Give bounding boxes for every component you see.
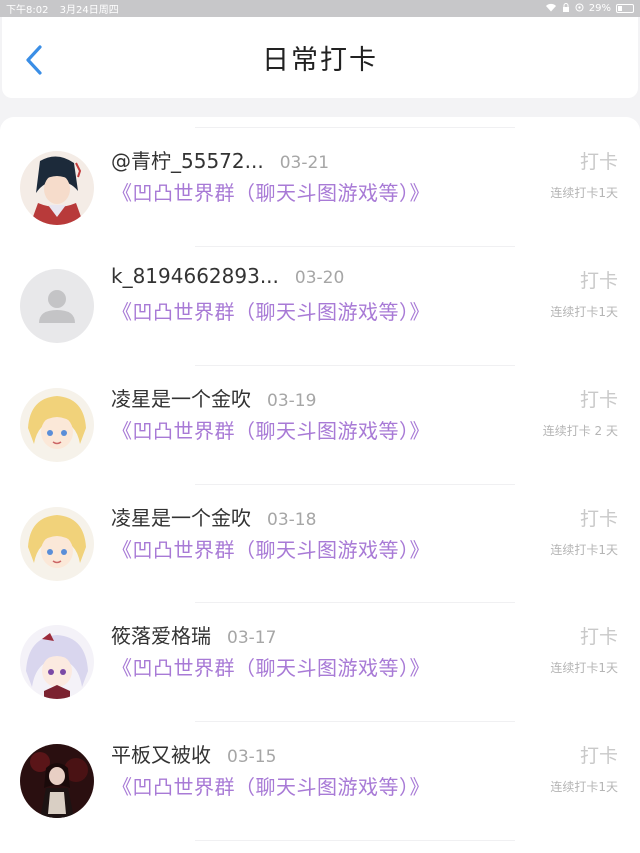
group-name-link[interactable]: 《凹凸世界群（聊天斗图游戏等）》 (112, 415, 430, 444)
checkin-button[interactable]: 打卡 (580, 147, 618, 174)
checkin-button[interactable]: 打卡 (580, 741, 618, 768)
username[interactable]: 筱落爱格瑞 (111, 620, 211, 649)
chevron-left-icon (26, 45, 42, 75)
checkin-date: 03-20 (294, 268, 345, 288)
user-line: 凌星是一个金吹 03-18 (111, 502, 316, 531)
checkin-button[interactable]: 打卡 (580, 622, 618, 649)
status-right: 29% (545, 2, 634, 15)
checkin-date: 03-21 (279, 153, 330, 173)
user-avatar[interactable] (20, 744, 94, 818)
list-item[interactable]: 凌星是一个金吹 03-18 《凹凸世界群（聊天斗图游戏等）》 打卡 连续打卡1天 (0, 485, 640, 603)
group-name-link[interactable]: 《凹凸世界群（聊天斗图游戏等）》 (112, 771, 430, 800)
user-avatar[interactable] (20, 507, 94, 581)
group-name-link[interactable]: 《凹凸世界群（聊天斗图游戏等）》 (112, 652, 430, 681)
user-avatar[interactable] (20, 625, 94, 699)
checkin-button[interactable]: 打卡 (580, 385, 618, 412)
list-item[interactable]: 筱落爱格瑞 03-17 《凹凸世界群（聊天斗图游戏等）》 打卡 连续打卡1天 (0, 603, 640, 721)
list-item[interactable]: @青柠_55572... 03-21 《凹凸世界群（聊天斗图游戏等）》 打卡 连… (0, 128, 640, 246)
checkin-button[interactable]: 打卡 (580, 266, 618, 293)
checkin-date: 03-15 (227, 747, 277, 767)
list-item[interactable]: 平板又被收 03-15 《凹凸世界群（聊天斗图游戏等）》 打卡 连续打卡1天 (0, 722, 640, 840)
row-divider (195, 840, 515, 841)
checkin-button[interactable]: 打卡 (580, 504, 618, 531)
checkin-date: 03-17 (227, 628, 277, 648)
username[interactable]: 平板又被收 (111, 739, 211, 768)
streak-count: 连续打卡 2 天 (542, 424, 618, 438)
wifi-icon (545, 3, 557, 15)
group-name-link[interactable]: 《凹凸世界群（聊天斗图游戏等）》 (112, 296, 430, 325)
blonde-anime-avatar-icon (20, 388, 94, 462)
streak-count: 连续打卡1天 (550, 543, 618, 557)
header: 日常打卡 (2, 17, 638, 98)
user-line: 平板又被收 03-15 (111, 739, 276, 768)
username[interactable]: 凌星是一个金吹 (111, 383, 251, 412)
dark-anime-avatar-icon (20, 744, 94, 818)
user-avatar[interactable] (20, 269, 94, 343)
username[interactable]: 凌星是一个金吹 (111, 502, 251, 531)
list-item[interactable]: k_8194662893... 03-20 《凹凸世界群（聊天斗图游戏等）》 打… (0, 247, 640, 365)
status-date: 3月24日周四 (59, 5, 119, 16)
back-button[interactable] (20, 43, 50, 77)
battery-icon (616, 4, 634, 13)
battery-percent: 29% (588, 3, 611, 14)
list-item[interactable]: 凌星是一个金吹 03-19 《凹凸世界群（聊天斗图游戏等）》 打卡 连续打卡 2… (0, 366, 640, 484)
checkin-list: @青柠_55572... 03-21 《凹凸世界群（聊天斗图游戏等）》 打卡 连… (0, 117, 640, 853)
group-name-link[interactable]: 《凹凸世界群（聊天斗图游戏等）》 (112, 534, 430, 563)
lock-icon (562, 2, 570, 15)
status-bar: 下午8:02 3月24日周四 29% (0, 0, 640, 17)
username[interactable]: @青柠_55572... (111, 145, 264, 174)
user-line: 筱落爱格瑞 03-17 (111, 620, 276, 649)
checkin-date: 03-18 (267, 510, 317, 530)
status-left: 下午8:02 3月24日周四 (6, 1, 127, 16)
streak-count: 连续打卡1天 (550, 186, 618, 200)
username[interactable]: k_8194662893... (111, 264, 279, 288)
silver-hair-anime-avatar-icon (20, 625, 94, 699)
user-avatar[interactable] (20, 388, 94, 462)
user-line: 凌星是一个金吹 03-19 (111, 383, 316, 412)
user-avatar[interactable] (20, 151, 94, 225)
page-title: 日常打卡 (262, 45, 378, 76)
status-time: 下午8:02 (6, 5, 49, 16)
group-name-link[interactable]: 《凹凸世界群（聊天斗图游戏等）》 (112, 177, 430, 206)
user-line: @青柠_55572... 03-21 (111, 145, 329, 174)
anime-boy-avatar-icon (20, 151, 94, 225)
streak-count: 连续打卡1天 (550, 661, 618, 675)
default-user-avatar-icon (20, 269, 94, 343)
blonde-anime-avatar-icon (20, 507, 94, 581)
checkin-date: 03-19 (267, 391, 317, 411)
streak-count: 连续打卡1天 (550, 780, 618, 794)
streak-count: 连续打卡1天 (550, 305, 618, 319)
user-line: k_8194662893... 03-20 (111, 264, 344, 288)
rotation-lock-icon (575, 3, 584, 15)
